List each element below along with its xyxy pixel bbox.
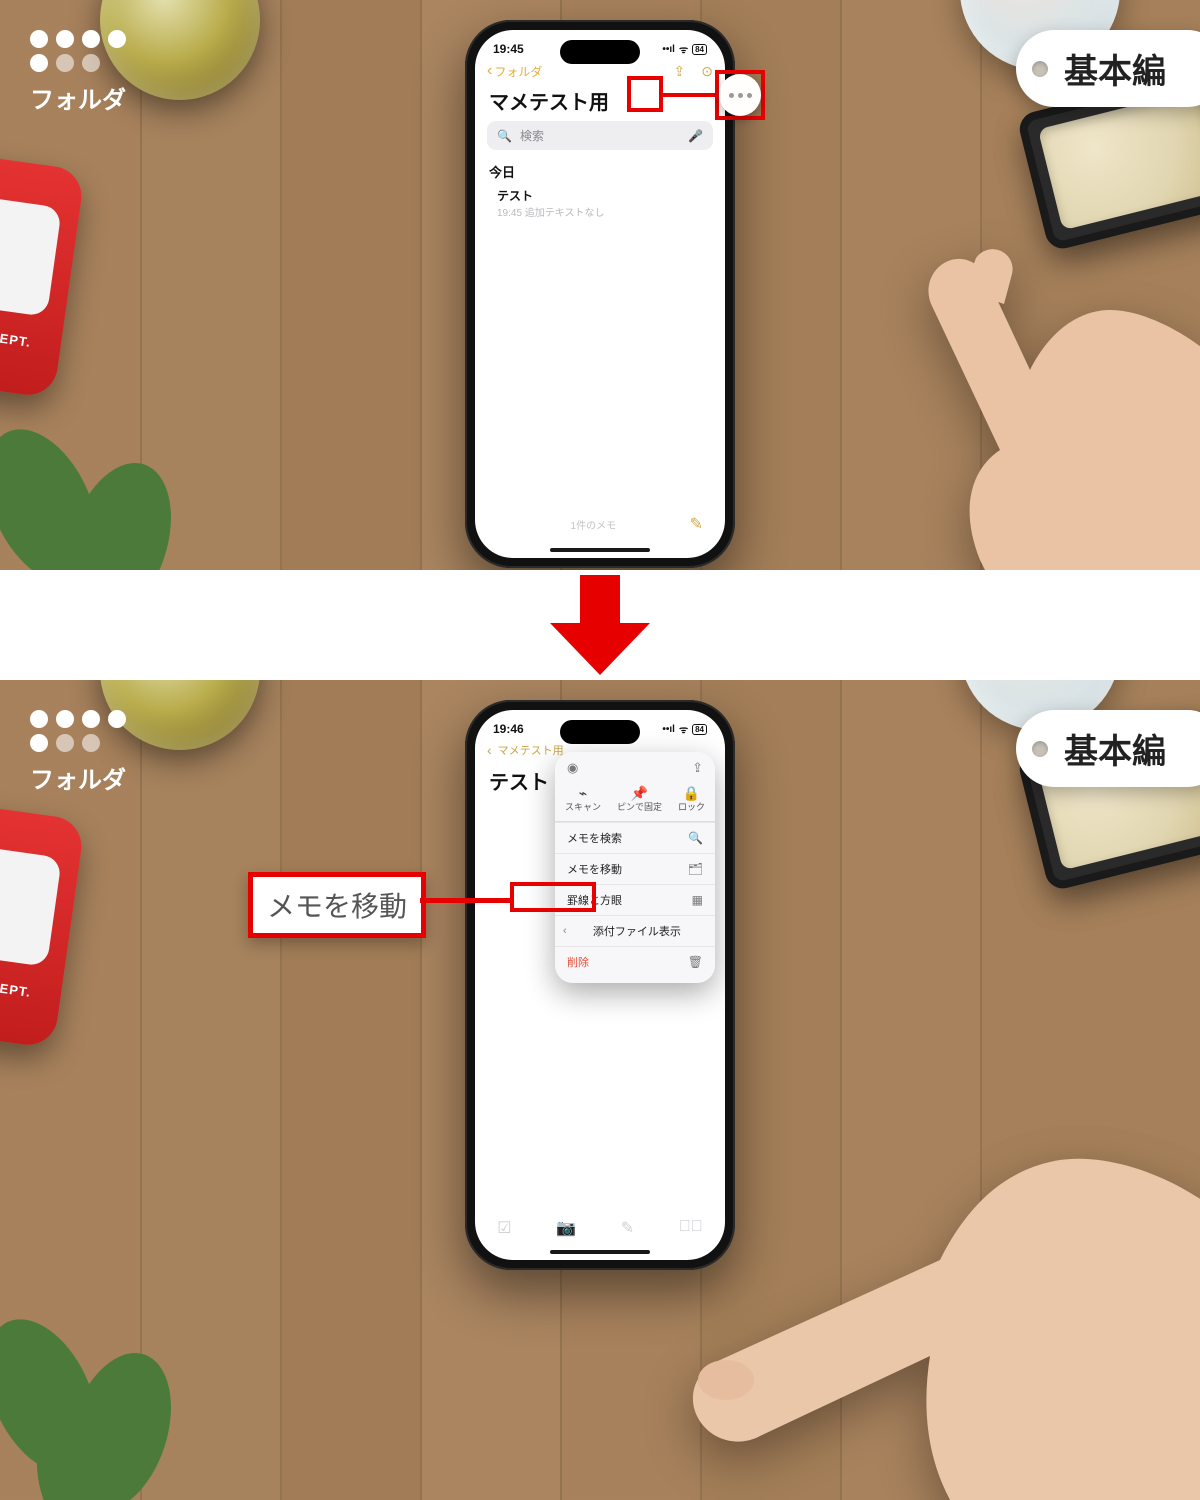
search-placeholder: 検索 — [520, 127, 544, 144]
note-subtitle: 19:45 追加テキストなし — [497, 204, 703, 219]
collaborate-icon[interactable]: ◉ — [567, 760, 578, 776]
note-title: テスト — [497, 187, 703, 204]
back-label[interactable]: マメテスト用 — [498, 742, 564, 758]
overlay-folder-label: フォルダ — [30, 80, 128, 115]
checklist-icon[interactable]: ☑ — [497, 1218, 511, 1238]
share-icon[interactable]: ⇪ — [692, 760, 703, 776]
share-icon[interactable]: ⇪ — [674, 63, 686, 80]
chevron-left-icon: ‹ — [487, 62, 492, 80]
search-icon: 🔍 — [497, 129, 512, 143]
back-button[interactable]: ‹ フォルダ — [487, 62, 542, 80]
more-callout-bubble — [719, 74, 761, 116]
grid-icon: ▦ — [692, 893, 703, 907]
folder-icon: 🗂 — [688, 862, 703, 876]
ellipsis-icon — [729, 93, 752, 98]
signal-icon: ••ıl — [662, 44, 675, 55]
transition-arrow-icon — [0, 570, 1200, 680]
overlay-folder-label: フォルダ — [30, 760, 128, 795]
menu-action-lock[interactable]: 🔒ロック — [678, 786, 705, 813]
highlight-move-note-item — [510, 882, 596, 912]
menu-item-move-note[interactable]: メモを移動🗂 — [555, 853, 715, 884]
wifi-icon: ᯤ — [679, 42, 688, 56]
dynamic-island — [560, 720, 640, 744]
prop-leaf — [0, 410, 220, 570]
menu-item-search-note[interactable]: メモを検索🔍 — [555, 822, 715, 853]
iphone-device: 19:45 ••ıl ᯤ 84 ‹ フォルダ ⇪ ⊙ マメテスト用 — [465, 20, 735, 568]
battery-indicator: 84 — [692, 44, 707, 55]
trash-icon: 🗑 — [688, 955, 703, 969]
dynamic-island — [560, 40, 640, 64]
hand-touching — [570, 1060, 1200, 1500]
progress-dots-icon — [30, 30, 128, 72]
scene-before: フォルダ 基本編 19:45 ••ıl ᯤ 84 ‹ フォルダ ⇪ — [0, 0, 1200, 570]
status-time: 19:46 — [493, 722, 524, 736]
mic-icon[interactable]: 🎤 — [688, 129, 703, 143]
scene-after: フォルダ 基本編 19:46 ••ıl ᯤ 84 ‹ マメテスト用 テスト — [0, 680, 1200, 1500]
note-count: 1件のメモ — [571, 517, 617, 532]
menu-item-delete[interactable]: 削除🗑 — [555, 946, 715, 977]
highlight-connector — [663, 93, 715, 97]
status-time: 19:45 — [493, 42, 524, 56]
hand-pointing — [730, 240, 1200, 570]
overlay-folder-badge: フォルダ — [30, 710, 128, 795]
note-list-item[interactable]: テスト 19:45 追加テキストなし — [475, 183, 725, 227]
notes-folder-screen: 19:45 ••ıl ᯤ 84 ‹ フォルダ ⇪ ⊙ マメテスト用 — [475, 30, 725, 558]
folder-title: マメテスト用 — [475, 84, 725, 121]
highlight-more-button — [627, 76, 663, 112]
chevron-left-icon[interactable]: ‹ — [487, 742, 492, 758]
menu-quick-actions: ⌁スキャン 📌ピンで固定 🔒ロック — [555, 782, 715, 821]
battery-indicator: 84 — [692, 724, 707, 735]
menu-header: ◉ ⇪ — [555, 760, 715, 782]
wifi-icon: ᯤ — [679, 722, 688, 736]
pin-icon: 📌 — [617, 786, 662, 801]
section-header-today: 今日 — [475, 158, 725, 183]
lock-icon: 🔒 — [678, 786, 705, 801]
list-footer: 1件のメモ ✎ — [475, 514, 725, 534]
overlay-folder-badge: フォルダ — [30, 30, 128, 115]
search-input[interactable]: 🔍 検索 🎤 — [487, 121, 713, 150]
back-label: フォルダ — [494, 63, 542, 80]
search-icon: 🔍 — [688, 831, 703, 845]
menu-action-pin[interactable]: 📌ピンで固定 — [617, 786, 662, 813]
overlay-chapter-pill: 基本編 — [1016, 710, 1200, 787]
callout-move-note-label: メモを移動 — [248, 872, 426, 938]
menu-item-attachments[interactable]: 添付ファイル表示 — [555, 915, 715, 946]
home-indicator — [550, 548, 650, 552]
scan-icon: ⌁ — [565, 786, 601, 801]
progress-dots-icon — [30, 710, 128, 752]
more-icon[interactable]: ⊙ — [701, 63, 713, 80]
note-actions-menu: ◉ ⇪ ⌁スキャン 📌ピンで固定 🔒ロック メモを検索🔍 メモを移動🗂 罫線と方… — [555, 752, 715, 983]
menu-action-scan[interactable]: ⌁スキャン — [565, 786, 601, 813]
overlay-chapter-pill: 基本編 — [1016, 30, 1200, 107]
highlight-connector — [420, 898, 510, 903]
compose-icon[interactable]: ✎ — [690, 514, 703, 534]
signal-icon: ••ıl — [662, 724, 675, 735]
prop-leaf — [0, 1300, 220, 1500]
